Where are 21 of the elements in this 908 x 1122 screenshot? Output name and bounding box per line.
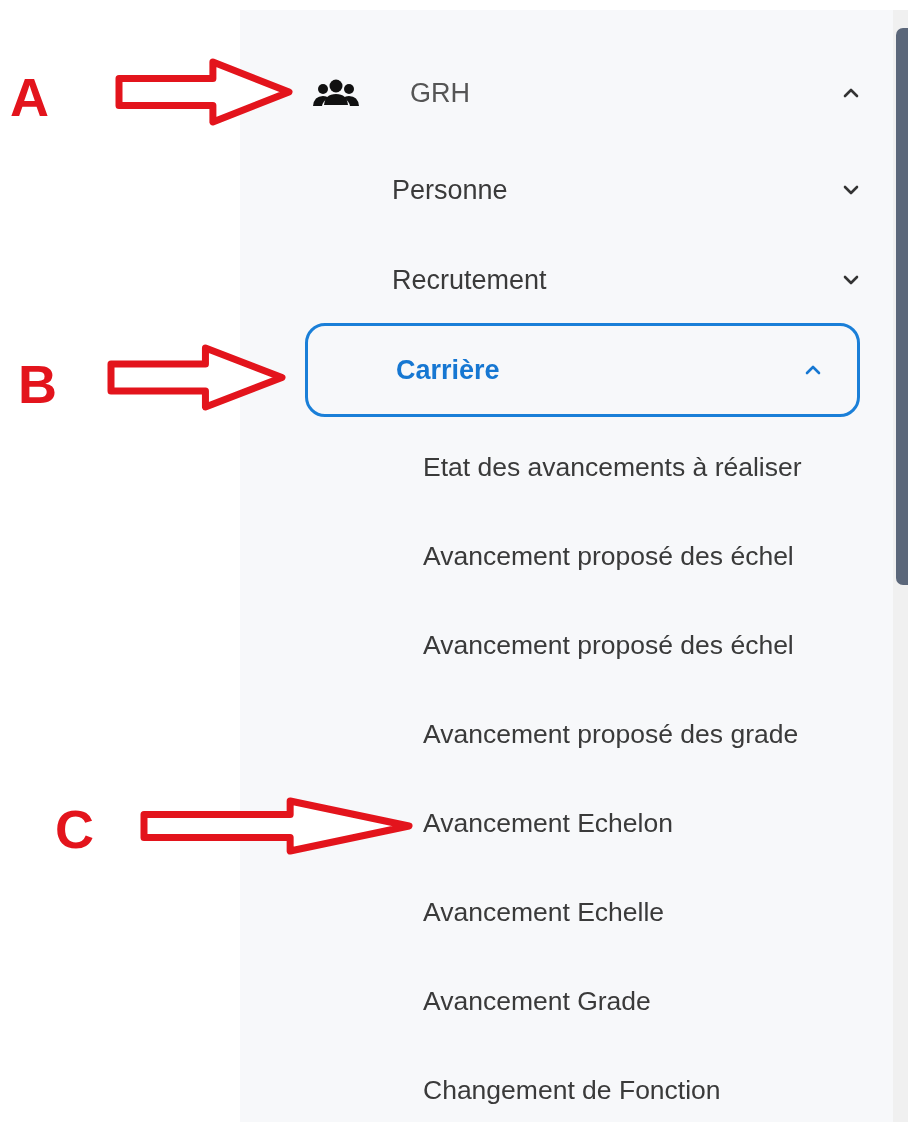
people-icon (312, 78, 360, 108)
submenu-item[interactable]: Avancement proposé des grade (423, 719, 799, 750)
chevron-icon (805, 365, 821, 375)
annotation-letter: C (55, 802, 94, 856)
menu-item[interactable]: Personne (240, 145, 893, 235)
scrollbar-thumb[interactable] (896, 28, 908, 585)
chevron-icon (843, 275, 859, 285)
submenu-item[interactable]: Changement de Fonction (423, 1075, 721, 1106)
menu-item[interactable]: Recrutement (240, 240, 893, 320)
submenu-item[interactable]: Avancement Echelon (423, 808, 673, 839)
submenu-item[interactable]: Avancement Echelle (423, 897, 665, 928)
submenu-item[interactable]: Avancement proposé des échel (423, 541, 794, 572)
annotation-letter: A (10, 70, 49, 124)
chevron-icon (843, 185, 859, 195)
submenu-item[interactable]: Avancement proposé des échel (423, 630, 794, 661)
submenu-item[interactable]: Etat des avancements à réaliser (423, 452, 802, 483)
menu-item[interactable]: Carrière (305, 323, 860, 417)
submenu-item[interactable]: Avancement Grade (423, 986, 651, 1017)
menu-item[interactable]: GRH (302, 58, 893, 128)
annotation-letter: B (18, 357, 57, 411)
chevron-icon (843, 88, 859, 98)
